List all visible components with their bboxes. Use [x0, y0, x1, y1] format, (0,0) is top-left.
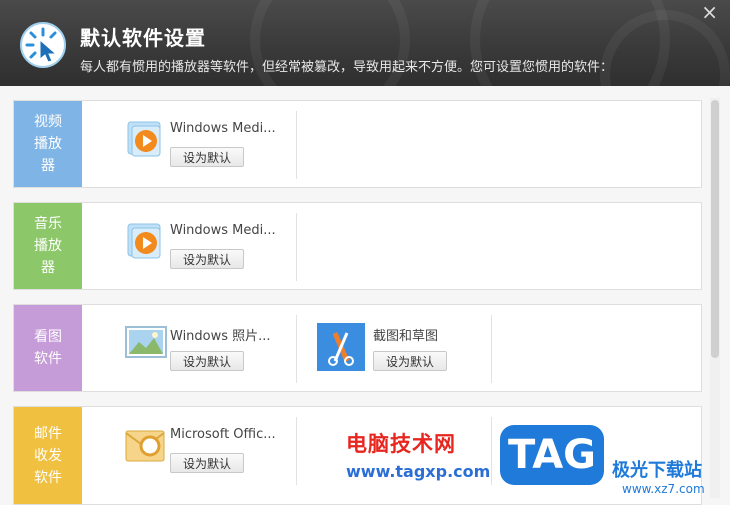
dialog-title: 默认软件设置	[80, 26, 206, 50]
app-name: Windows Medi...	[170, 223, 276, 238]
watermark-url: www.tagxp.com	[346, 462, 491, 481]
set-default-button[interactable]: 设为默认	[373, 351, 447, 371]
app-name: Microsoft Offic...	[170, 427, 276, 442]
divider	[296, 111, 297, 179]
category-row-music: 音乐播放器 Windows Medi... 设为默认	[13, 202, 702, 290]
divider	[491, 417, 492, 485]
set-default-button[interactable]: 设为默认	[170, 147, 244, 167]
category-label-text: 视频播放器	[34, 114, 62, 174]
media-player-icon	[124, 221, 164, 261]
app-name: Windows Medi...	[170, 121, 276, 136]
close-button[interactable]: ×	[701, 2, 718, 22]
app-option: 截图和草图 设为默认	[309, 315, 501, 383]
divider	[296, 213, 297, 281]
category-label-video: 视频播放器	[14, 101, 82, 187]
watermark-title: 电脑技术网	[346, 432, 456, 456]
category-label-image-viewer: 看图软件	[14, 305, 82, 391]
outlook-icon	[124, 425, 165, 465]
category-label-text: 看图软件	[34, 329, 62, 367]
dialog-header: 默认软件设置 每人都有惯用的播放器等软件，但经常被篡改，导致用起来不方便。您可设…	[0, 0, 730, 86]
category-label-music: 音乐播放器	[14, 203, 82, 289]
category-label-text: 音乐播放器	[34, 216, 62, 276]
divider	[296, 417, 297, 485]
media-player-icon	[124, 119, 164, 159]
cursor-click-icon	[20, 22, 66, 68]
app-name: Windows 照片...	[170, 329, 271, 344]
set-default-button[interactable]: 设为默认	[170, 453, 244, 473]
watermark-site-name: 极光下载站	[612, 460, 702, 481]
divider	[296, 315, 297, 383]
scrollbar-thumb[interactable]	[711, 100, 719, 358]
watermark-tag-logo: TAG	[500, 425, 604, 485]
app-option: Microsoft Offic... 设为默认	[114, 417, 306, 485]
category-row-video: 视频播放器 Windows Medi... 设为默认	[13, 100, 702, 188]
set-default-button[interactable]: 设为默认	[170, 351, 244, 371]
vertical-scrollbar[interactable]	[710, 98, 720, 498]
app-option: Windows Medi... 设为默认	[114, 213, 306, 281]
category-label-text: 邮件收发软件	[34, 425, 62, 486]
divider	[491, 315, 492, 383]
photo-viewer-icon	[124, 323, 167, 363]
app-option: Windows 照片... 设为默认	[114, 315, 306, 383]
set-default-button[interactable]: 设为默认	[170, 249, 244, 269]
app-option: Windows Medi... 设为默认	[114, 111, 306, 179]
category-label-mail: 邮件收发软件	[14, 407, 82, 504]
app-name: 截图和草图	[373, 329, 439, 344]
watermark-site-url: www.xz7.com	[622, 482, 705, 496]
category-row-image-viewer: 看图软件 Windows 照片... 设为默认 截图和草图 设为默认	[13, 304, 702, 392]
dialog-subtitle: 每人都有惯用的播放器等软件，但经常被篡改，导致用起来不方便。您可设置您惯用的软件…	[80, 60, 614, 75]
snip-sketch-icon	[317, 323, 365, 371]
